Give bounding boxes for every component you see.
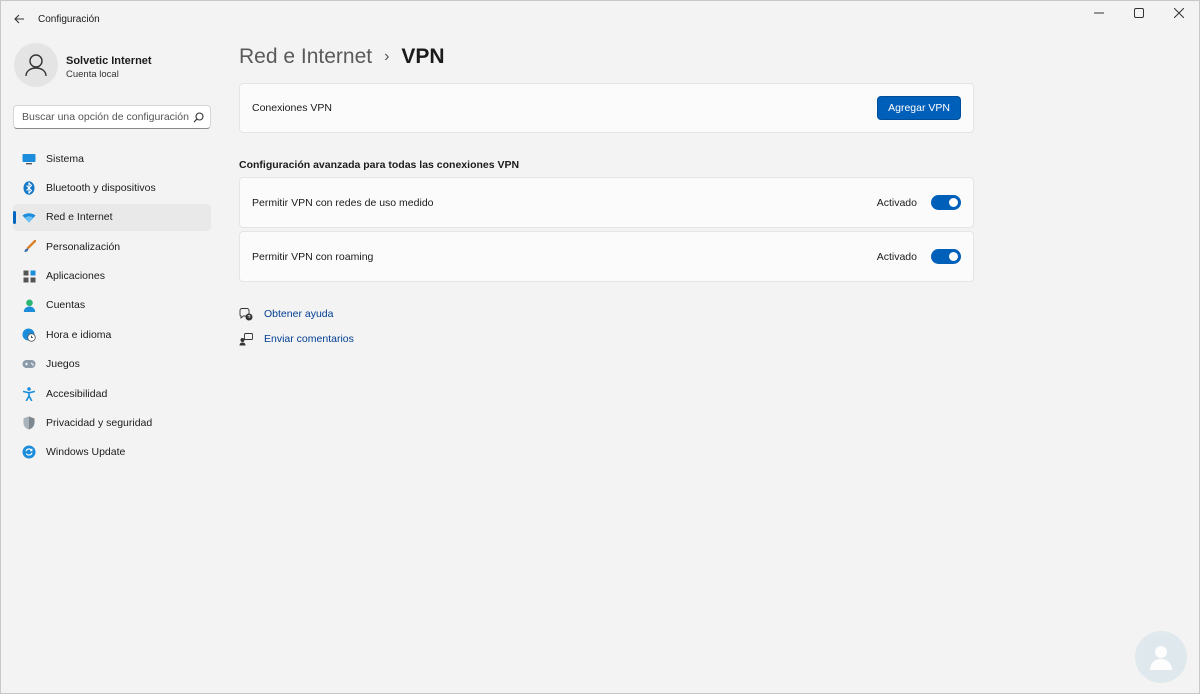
help-icon — [239, 307, 253, 321]
sidebar-item-juegos[interactable]: Juegos — [13, 351, 211, 378]
sidebar-item-red-e-internet[interactable]: Red e Internet — [13, 203, 211, 231]
bluetooth-icon — [22, 181, 36, 195]
sidebar-item-personalizacion[interactable]: Personalización — [13, 233, 211, 260]
send-feedback-link[interactable]: Enviar comentarios — [239, 332, 354, 346]
page-title: VPN — [401, 45, 445, 68]
sidebar-item-aplicaciones[interactable]: Aplicaciones — [13, 263, 211, 290]
sidebar-item-label: Windows Update — [46, 446, 126, 459]
back-button[interactable] — [9, 10, 29, 28]
gamepad-icon — [22, 357, 36, 371]
minimize-icon — [1094, 12, 1104, 14]
sidebar-item-label: Accesibilidad — [46, 387, 108, 400]
sidebar-item-windows-update[interactable]: Windows Update — [13, 439, 211, 466]
sidebar-item-label: Sistema — [46, 152, 84, 165]
sidebar-item-label: Aplicaciones — [46, 270, 105, 283]
sidebar-item-privacidad-y-seguridad[interactable]: Privacidad y seguridad — [13, 410, 211, 437]
roaming-toggle[interactable] — [931, 249, 961, 264]
metered-networks-toggle[interactable] — [931, 195, 961, 210]
settings-window: Configuración Solvetic Internet Cuenta l… — [0, 0, 1200, 694]
sidebar-item-cuentas[interactable]: Cuentas — [13, 292, 211, 319]
sidebar-item-bluetooth[interactable]: Bluetooth y dispositivos — [13, 174, 211, 201]
watermark-logo — [1135, 631, 1187, 683]
minimize-button[interactable] — [1079, 1, 1119, 25]
profile-name: Solvetic Internet — [66, 55, 152, 67]
update-icon — [22, 445, 36, 459]
setting-label: Permitir VPN con roaming — [252, 250, 374, 263]
toggle-knob — [949, 252, 958, 261]
add-vpn-button[interactable]: Agregar VPN — [877, 96, 961, 120]
shield-icon — [22, 416, 36, 430]
window-title: Configuración — [38, 14, 100, 25]
window-controls — [1079, 1, 1199, 25]
setting-label: Permitir VPN con redes de uso medido — [252, 196, 434, 209]
vpn-connections-card: Conexiones VPN Agregar VPN — [239, 83, 974, 133]
breadcrumb: Red e Internet › VPN — [239, 45, 445, 69]
sidebar-item-hora-e-idioma[interactable]: Hora e idioma — [13, 321, 211, 348]
get-help-link[interactable]: Obtener ayuda — [239, 307, 333, 321]
close-icon — [1174, 8, 1184, 18]
toggle-state-label: Activado — [876, 196, 917, 209]
sidebar-item-label: Cuentas — [46, 299, 86, 312]
sidebar-item-label: Personalización — [46, 240, 121, 253]
apps-icon — [22, 269, 36, 283]
search-input[interactable] — [22, 111, 192, 123]
title-bar: Configuración — [1, 1, 1199, 37]
search-icon[interactable] — [192, 111, 204, 123]
setting-metered-networks: Permitir VPN con redes de uso medido Act… — [239, 177, 974, 228]
toggle-knob — [949, 198, 958, 207]
sidebar-item-sistema[interactable]: Sistema — [13, 145, 211, 172]
sidebar-item-label: Red e Internet — [46, 211, 113, 224]
sidebar-nav: Sistema Bluetooth y dispositivos Red e I… — [13, 145, 211, 468]
globe-clock-icon — [22, 328, 36, 342]
person-icon — [25, 54, 47, 77]
get-help-label: Obtener ayuda — [264, 308, 334, 320]
advanced-settings-title: Configuración avanzada para todas las co… — [239, 159, 520, 171]
search-box[interactable] — [13, 105, 211, 129]
profile-account-type: Cuenta local — [66, 69, 119, 80]
sidebar-item-label: Juegos — [46, 358, 80, 371]
person-icon — [22, 298, 36, 312]
toggle-state-label: Activado — [876, 250, 917, 263]
sidebar-item-label: Bluetooth y dispositivos — [46, 181, 156, 194]
setting-roaming: Permitir VPN con roaming Activado — [239, 231, 974, 282]
breadcrumb-parent[interactable]: Red e Internet — [239, 45, 372, 69]
sidebar-item-label: Hora e idioma — [46, 328, 112, 341]
chevron-right-icon: › — [384, 48, 390, 65]
sidebar-item-accesibilidad[interactable]: Accesibilidad — [13, 380, 211, 407]
maximize-icon — [1134, 8, 1144, 18]
feedback-icon — [239, 332, 253, 346]
close-button[interactable] — [1159, 1, 1199, 25]
monitor-icon — [22, 152, 36, 166]
send-feedback-label: Enviar comentarios — [264, 333, 354, 345]
maximize-button[interactable] — [1119, 1, 1159, 25]
arrow-left-icon — [13, 14, 24, 24]
wifi-icon — [22, 210, 36, 224]
accessibility-icon — [22, 386, 36, 401]
vpn-connections-label: Conexiones VPN — [252, 102, 332, 114]
brush-icon — [22, 240, 36, 254]
avatar[interactable] — [14, 43, 58, 87]
sidebar-item-label: Privacidad y seguridad — [46, 417, 153, 430]
